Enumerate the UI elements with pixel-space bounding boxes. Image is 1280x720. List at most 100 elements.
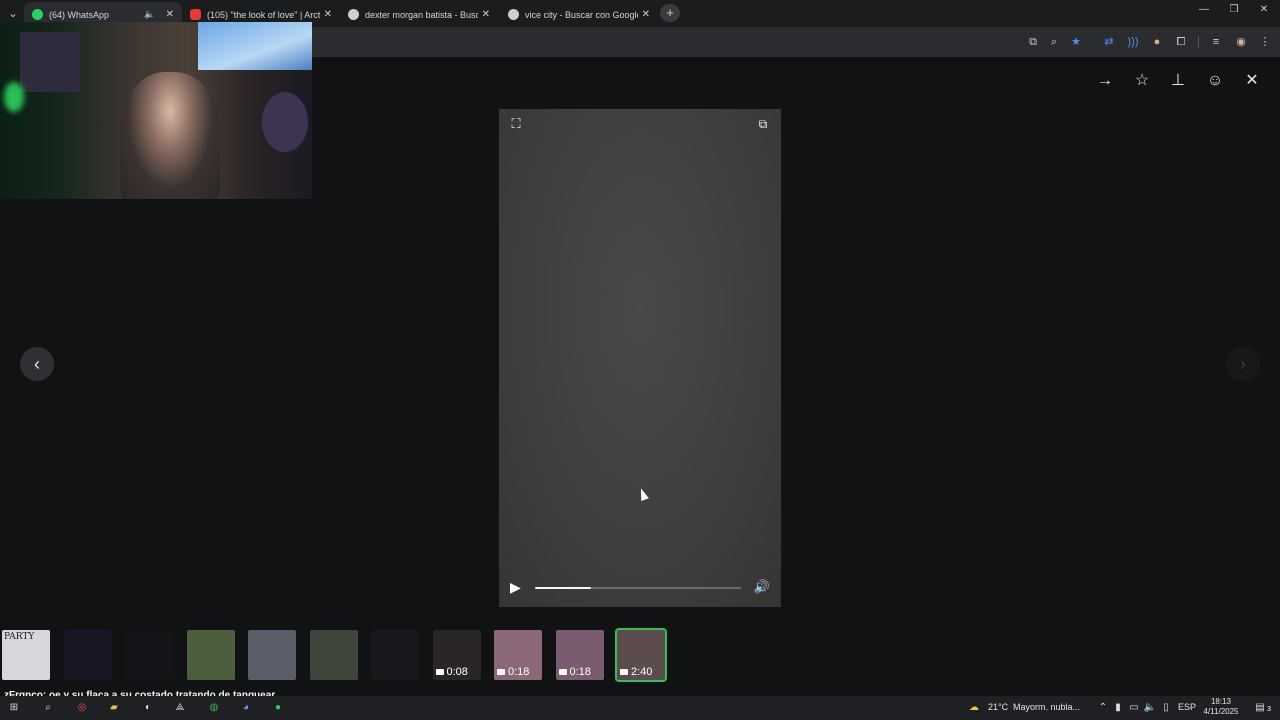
thumbnail-label: PARTY <box>4 632 35 642</box>
start-icon[interactable]: ⊞ <box>6 700 22 716</box>
audio-icon[interactable]: ))) <box>1125 34 1141 50</box>
profile-icon[interactable]: ◉ <box>1233 34 1249 50</box>
green-light <box>4 82 24 112</box>
tab-google-dexter[interactable]: dexter morgan batista - Buscar ✕ <box>340 2 498 27</box>
video-camera-icon <box>620 669 628 675</box>
minimize-icon[interactable]: — <box>1194 4 1214 15</box>
window-close-icon[interactable]: ✕ <box>1254 4 1274 15</box>
fullscreen-icon[interactable]: ⛶ <box>509 117 523 131</box>
thumbnail-strip: PARTY 0:08 0:18 0:18 2:40 <box>0 620 1280 690</box>
monitor-screen <box>198 22 312 70</box>
youtube-icon <box>190 9 201 20</box>
close-icon[interactable]: ✕ <box>642 9 650 20</box>
close-icon[interactable]: ✕ <box>166 9 174 20</box>
volume-icon[interactable]: 🔈 <box>1142 700 1158 716</box>
mic-icon[interactable]: ▮ <box>1110 700 1126 716</box>
duration-text: 0:18 <box>569 666 591 678</box>
image-thumbnail[interactable] <box>248 630 296 680</box>
previous-button[interactable]: ‹ <box>20 347 54 381</box>
video-thumbnail[interactable]: 0:18 <box>555 630 604 680</box>
video-duration: 0:18 <box>497 666 529 678</box>
app-icon[interactable]: ⟁ <box>172 700 188 716</box>
close-icon[interactable]: ✕ <box>1242 71 1262 91</box>
speaker-icon[interactable]: 🔈 <box>144 9 155 20</box>
star-icon[interactable]: ☆ <box>1132 71 1152 91</box>
whatsapp-icon <box>32 9 43 20</box>
tab-title: vice city - Buscar con Google <box>525 9 638 20</box>
restore-icon[interactable]: ❐ <box>1224 4 1244 15</box>
webcam-overlay <box>0 22 312 199</box>
volume-icon[interactable]: 🔊 <box>751 579 773 595</box>
screen-cast-icon[interactable]: ⧉ <box>1025 34 1041 50</box>
duration-text: 2:40 <box>631 666 653 678</box>
emoji-icon[interactable]: ☺ <box>1205 71 1225 91</box>
weather-temp[interactable]: 21°C <box>988 702 1008 712</box>
media-icon[interactable]: ≡ <box>1208 34 1224 50</box>
google-icon <box>348 9 359 20</box>
streamer-figure <box>120 72 220 199</box>
tab-title: (64) WhatsApp <box>49 9 110 20</box>
clock-date: 4/11/2025 <box>1203 707 1239 716</box>
new-tab-button[interactable]: + <box>660 4 680 22</box>
network-icon[interactable]: ▭ <box>1126 700 1142 716</box>
image-thumbnail[interactable] <box>63 630 112 680</box>
language-indicator[interactable]: ESP <box>1178 702 1196 712</box>
tab-title: dexter morgan batista - Buscar <box>365 9 478 20</box>
discord-icon[interactable]: ◕ <box>238 700 254 716</box>
forward-icon[interactable]: → <box>1095 71 1115 91</box>
video-camera-icon <box>435 669 444 675</box>
tab-google-vice-city[interactable]: vice city - Buscar con Google ✕ <box>500 2 658 27</box>
video-duration: 2:40 <box>620 666 652 678</box>
duration-text: 0:08 <box>446 666 468 678</box>
image-thumbnail[interactable] <box>125 630 173 680</box>
puzzle-icon[interactable]: ⧠ <box>1173 34 1189 50</box>
spotify-icon[interactable]: ● <box>270 700 286 716</box>
image-thumbnail[interactable] <box>186 630 235 680</box>
tab-title: (105) "the look of love" | Arctic <box>207 9 320 20</box>
chevron-up-icon[interactable]: ⌃ <box>1095 700 1111 716</box>
battery-icon[interactable]: ▯ <box>1158 700 1174 716</box>
progress-fill <box>535 587 591 589</box>
image-thumbnail[interactable] <box>309 630 358 680</box>
video-thumbnail[interactable]: 0:18 <box>494 630 542 680</box>
weather-desc[interactable]: Mayorm. nubla... <box>1013 702 1080 712</box>
clock-time: 18:13 <box>1210 697 1232 706</box>
picture-in-picture-icon[interactable]: ⧉ <box>755 117 771 131</box>
notification-icon[interactable]: ▤ 3 <box>1252 700 1271 716</box>
duration-text: 0:18 <box>508 666 530 678</box>
settings-icon[interactable]: ◐ <box>140 700 156 716</box>
app-icon[interactable]: ◎ <box>74 700 90 716</box>
video-thumbnail[interactable]: 2:40 <box>615 628 667 682</box>
search-icon[interactable]: ⌕ <box>40 700 56 716</box>
progress-bar[interactable] <box>535 587 741 589</box>
image-thumbnail[interactable]: PARTY <box>2 630 50 680</box>
menu-icon[interactable]: ⋮ <box>1257 34 1273 50</box>
video-thumbnail[interactable]: 0:08 <box>432 630 481 680</box>
play-icon[interactable]: ▶ <box>510 579 524 595</box>
video-camera-icon <box>558 669 567 675</box>
plush-toy <box>262 92 308 152</box>
video-controls: ▶ 🔊 <box>499 567 781 607</box>
next-button[interactable]: › <box>1226 347 1260 381</box>
star-icon[interactable]: ★ <box>1068 34 1084 50</box>
translate-icon[interactable]: ⇄ <box>1101 34 1117 50</box>
google-icon <box>508 9 519 20</box>
toolbar-divider <box>1198 36 1199 48</box>
taskbar: ⊞ ⌕ ◎ ▰ ◐ ⟁ ◍ ◕ ● ☁ 21°C Mayorm. nubla..… <box>0 696 1280 720</box>
video-player[interactable]: ⛶ ⧉ ▶ 🔊 <box>499 109 781 607</box>
video-duration: 0:18 <box>558 666 591 678</box>
folder-icon[interactable]: ▰ <box>106 700 122 716</box>
clock[interactable]: 18:13 4/11/2025 <box>1201 696 1241 720</box>
video-duration: 0:08 <box>435 666 468 678</box>
extension-icon[interactable]: ● <box>1149 34 1165 50</box>
chrome-icon[interactable]: ◍ <box>206 700 222 716</box>
tab-search-icon[interactable]: ⌄ <box>4 5 22 23</box>
pin-icon[interactable]: ⊥ <box>1168 71 1188 91</box>
close-icon[interactable]: ✕ <box>324 9 332 20</box>
image-thumbnail[interactable] <box>371 630 419 680</box>
close-icon[interactable]: ✕ <box>482 9 490 20</box>
video-camera-icon <box>497 669 505 675</box>
wall-poster <box>20 32 80 92</box>
zoom-icon[interactable]: ⌕ <box>1046 34 1062 50</box>
weather-icon[interactable]: ☁ <box>966 700 982 716</box>
